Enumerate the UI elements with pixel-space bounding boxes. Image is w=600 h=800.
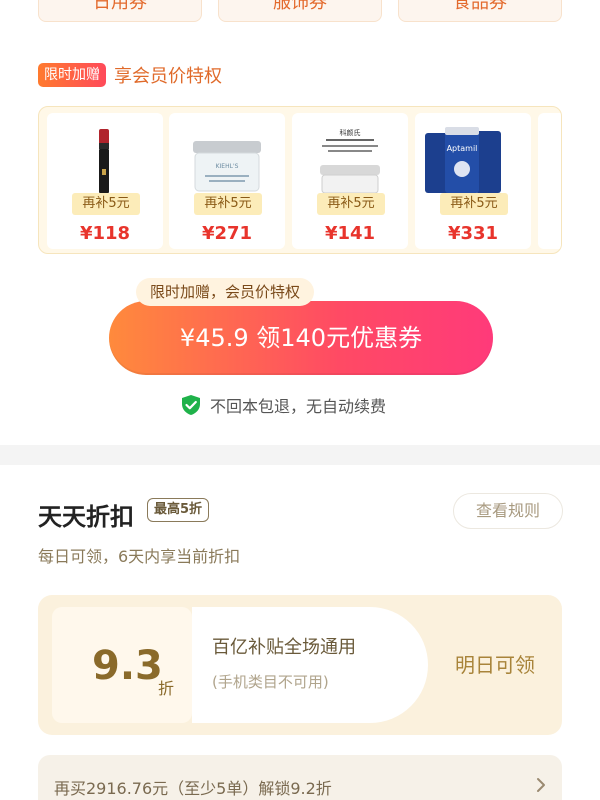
discount-scope-panel: 百亿补贴全场通用 (手机类目不可用) (192, 607, 428, 723)
discount-title: 天天折扣 (38, 503, 134, 531)
discount-subtitle: 每日可领，6天内享当前折扣 (38, 547, 241, 566)
bonus-badge: 再补5元 (72, 193, 140, 215)
skincare-jar-image: 科颜氏 (320, 128, 380, 194)
product-price: ¥118 (79, 223, 131, 244)
buy-coupon-button[interactable]: ¥45.9 领140元优惠券 (109, 301, 493, 375)
formula-brand-text: Aptamil (447, 144, 478, 153)
member-products-carousel[interactable]: 再补5元 ¥118 KIEHL'S 再补5元 ¥271 科颜氏 再补5元 ¥14… (38, 106, 562, 254)
view-rules-button[interactable]: 查看规则 (453, 493, 563, 529)
cream-jar-image: KIEHL'S (193, 141, 261, 192)
unlock-text: 再买2916.76元（至少5单）解锁9.2折 (54, 779, 332, 798)
bonus-badge: 再补5元 (440, 193, 508, 215)
discount-value-panel: 9.3 折 (52, 607, 192, 723)
category-coupon-daily[interactable]: 日用券 (38, 0, 202, 22)
aptamil-formula-image: Aptamil (425, 127, 501, 193)
product-card[interactable]: KIEHL'S 再补5元 ¥271 (169, 113, 285, 249)
member-title: 享会员价特权 (114, 66, 222, 87)
bonus-badge: 再补5元 (194, 193, 262, 215)
product-price: ¥141 (324, 223, 376, 244)
category-coupon-apparel[interactable]: 服饰券 (218, 0, 382, 22)
discount-scope-title: 百亿补贴全场通用 (212, 637, 356, 658)
product-card[interactable]: 科颜氏 再补5元 ¥141 (292, 113, 408, 249)
product-card-partial[interactable] (538, 113, 561, 249)
category-coupon-row: 日用券 服饰券 食品券 (38, 0, 562, 22)
cta-hint-pill: 限时加赠，会员价特权 (136, 278, 315, 306)
member-upper-section: 日用券 服饰券 食品券 限时加赠 享会员价特权 再补5元 ¥118 KIEHL'… (0, 0, 600, 445)
product-card[interactable]: Aptamil 再补5元 ¥331 (415, 113, 531, 249)
discount-value: 9.3 (92, 643, 163, 689)
chevron-right-icon (537, 778, 545, 792)
lipstick-image (99, 129, 109, 193)
product-price: ¥271 (201, 223, 253, 244)
member-header: 限时加赠 享会员价特权 (38, 62, 222, 88)
guarantee-text: 不回本包退，无自动续费 (210, 397, 387, 416)
claim-tomorrow-label[interactable]: 明日可领 (428, 595, 562, 735)
product-price: ¥331 (447, 223, 499, 244)
jar-brand-text: 科颜氏 (340, 128, 361, 137)
discount-card[interactable]: 9.3 折 百亿补贴全场通用 (手机类目不可用) 明日可领 (38, 595, 562, 735)
discount-unit: 折 (158, 679, 175, 698)
shield-check-icon (182, 395, 200, 415)
category-coupon-food[interactable]: 食品券 (398, 0, 562, 22)
discount-scope-note: (手机类目不可用) (212, 673, 329, 691)
jar-label-text: KIEHL'S (216, 163, 239, 170)
bonus-badge: 再补5元 (317, 193, 385, 215)
product-card[interactable]: 再补5元 ¥118 (47, 113, 163, 249)
guarantee-row: 不回本包退，无自动续费 (180, 393, 386, 417)
max-discount-badge: 最高5折 (147, 498, 210, 522)
limited-time-tag: 限时加赠 (38, 63, 106, 87)
unlock-next-discount-bar[interactable]: 再买2916.76元（至少5单）解锁9.2折 (38, 755, 562, 800)
